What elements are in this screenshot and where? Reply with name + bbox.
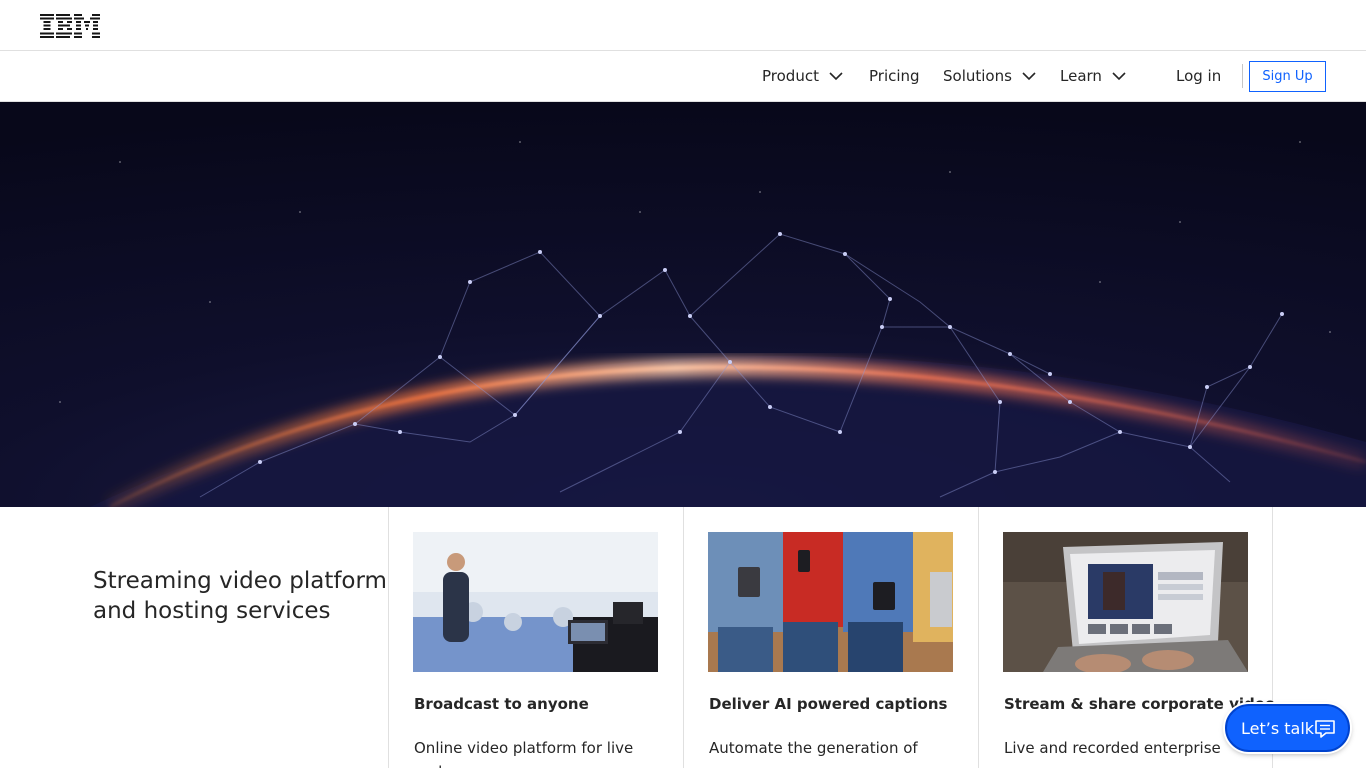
nav-item-product[interactable]: Product	[762, 51, 844, 101]
chevron-down-icon	[829, 72, 843, 81]
broadcast-camera-photo[interactable]	[413, 532, 658, 672]
people-devices-photo[interactable]	[708, 532, 953, 672]
network-globe-hero	[59, 141, 1366, 507]
column-divider	[683, 507, 684, 768]
chevron-down-icon	[1112, 72, 1126, 81]
nav-item-label: Solutions	[943, 67, 1012, 85]
masthead	[0, 0, 1366, 51]
nav-item-solutions[interactable]: Solutions	[943, 51, 1037, 101]
top-nav: Product Pricing Solutions Learn Log in S…	[0, 51, 1366, 102]
card-text: Live and recorded enterprise	[1004, 739, 1221, 757]
login-label: Log in	[1176, 67, 1222, 85]
lets-talk-button[interactable]: Let’s talk	[1225, 704, 1350, 752]
nav-item-label: Product	[762, 67, 819, 85]
lets-talk-label: Let’s talk	[1241, 718, 1315, 738]
hero-banner	[0, 102, 1366, 507]
nav-item-learn[interactable]: Learn	[1060, 51, 1127, 101]
nav-item-pricing[interactable]: Pricing	[869, 51, 920, 101]
laptop-video-photo[interactable]	[1003, 532, 1248, 672]
nav-item-label: Learn	[1060, 67, 1102, 85]
card-text: Automate the generation of	[709, 739, 918, 757]
chevron-down-icon	[1022, 72, 1036, 81]
column-divider	[978, 507, 979, 768]
nav-item-label: Pricing	[869, 67, 920, 85]
card-text: Online video platform for live and	[414, 739, 634, 768]
column-divider	[388, 507, 389, 768]
card-title[interactable]: Deliver AI powered captions	[709, 695, 947, 713]
login-link[interactable]: Log in	[1176, 51, 1221, 101]
page-title: Streaming video platform and hosting ser…	[93, 568, 387, 624]
signup-button[interactable]: Sign Up	[1249, 61, 1326, 92]
nav-divider	[1242, 64, 1243, 88]
chat-icon	[1315, 720, 1335, 738]
ibm-logo[interactable]	[40, 14, 100, 38]
card-title[interactable]: Broadcast to anyone	[414, 695, 589, 713]
